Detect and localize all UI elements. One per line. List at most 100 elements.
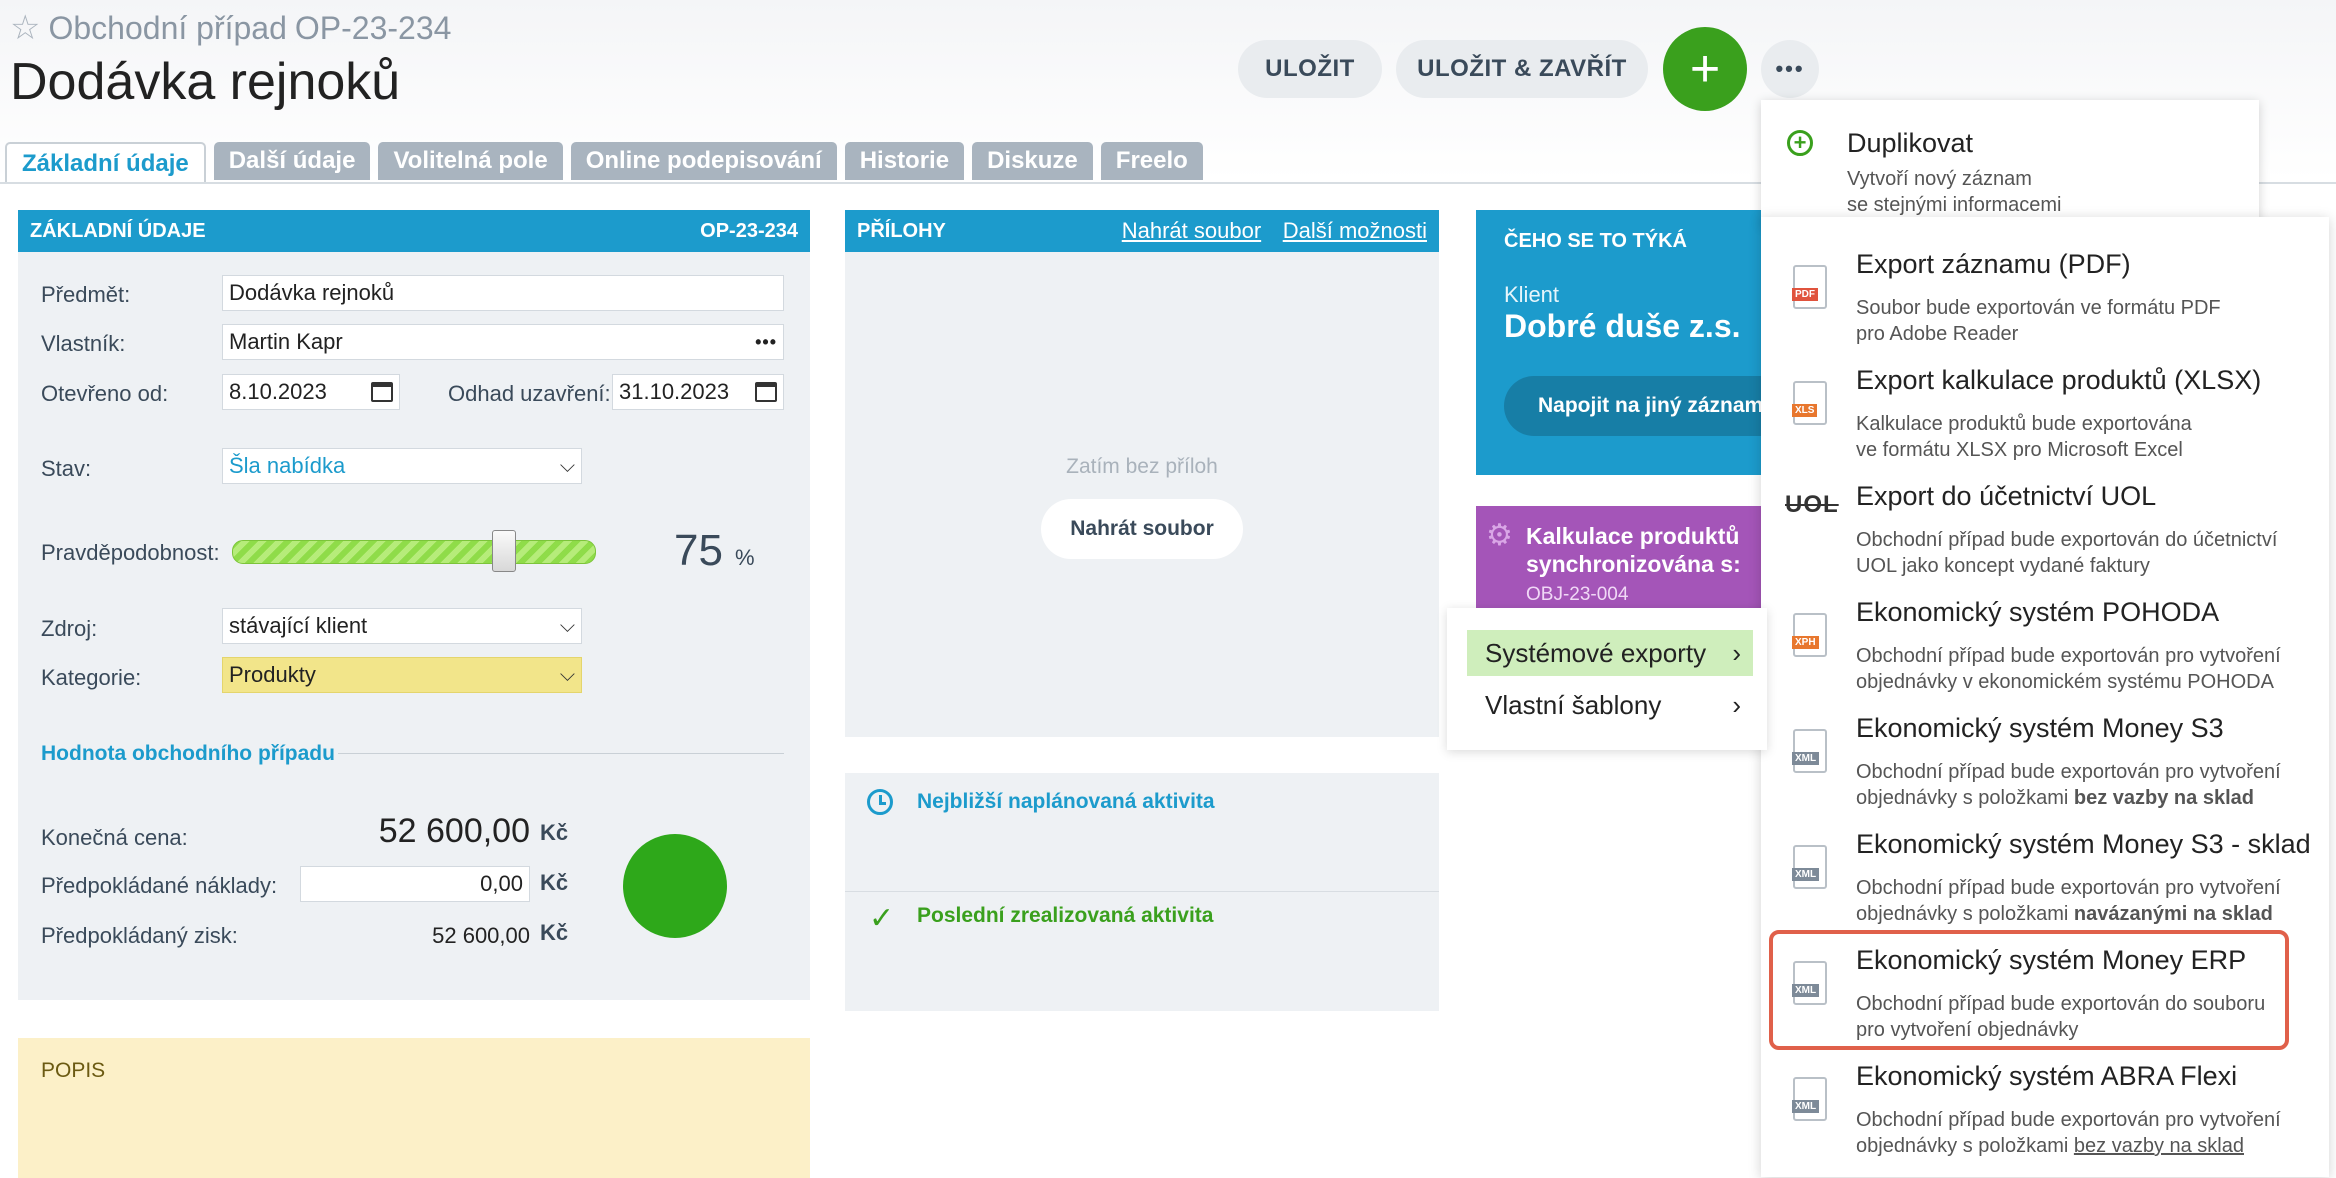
star-icon[interactable]: ☆ [10, 8, 40, 48]
export-money-erp-item[interactable]: XML Ekonomický systém Money ERP Obchodní… [1761, 930, 2329, 1050]
duplicate-title[interactable]: Duplikovat [1847, 128, 1973, 159]
client-label: Klient [1504, 282, 1560, 307]
category-select[interactable]: Produkty ⌵ [222, 657, 582, 693]
upload-file-link[interactable]: Nahrát soubor [1122, 218, 1261, 243]
tab-more-data[interactable]: Další údaje [213, 142, 371, 180]
probability-value: 75 [674, 526, 723, 575]
chevron-right-icon: › [1732, 689, 1741, 720]
desc-line: Obchodní případ bude exportován pro vytv… [1856, 1109, 2281, 1131]
subject-value: Dodávka rejnoků [229, 280, 395, 305]
description-title: POPIS [41, 1059, 106, 1082]
upload-file-button[interactable]: Nahrát soubor [1041, 499, 1243, 559]
export-money-s3-stock-item[interactable]: XML Ekonomický systém Money S3 - sklad O… [1761, 817, 2329, 933]
category-value: Produkty [229, 662, 316, 687]
last-done-activity[interactable]: Poslední zrealizovaná aktivita [917, 904, 1213, 928]
xml-file-icon: XML [1792, 1077, 1827, 1121]
export-item-title: Ekonomický systém ABRA Flexi [1856, 1061, 2238, 1091]
tab-discussion[interactable]: Diskuze [972, 142, 1093, 180]
system-exports-label: Systémové exporty [1485, 637, 1707, 668]
export-uol-item[interactable]: UOL Export do účetnictví UOL Obchodní př… [1761, 469, 2329, 585]
tab-history[interactable]: Historie [844, 142, 965, 180]
clock-icon [867, 789, 893, 815]
basic-data-title: ZÁKLADNÍ ÚDAJE [30, 219, 206, 242]
export-pohoda-item[interactable]: XPH Ekonomický systém POHODA Obchodní př… [1761, 585, 2329, 701]
export-money-s3-item[interactable]: XML Ekonomický systém Money S3 Obchodní … [1761, 701, 2329, 817]
connect-record-button[interactable]: Napojit na jiný záznam [1504, 376, 1804, 436]
attachments-title: PŘÍLOHY [857, 219, 946, 242]
sync-title-line2: synchronizována s: [1526, 551, 1741, 577]
system-exports-item[interactable]: Systémové exporty › [1467, 630, 1753, 676]
xls-file-icon: XLS [1792, 381, 1827, 425]
opened-date-input[interactable]: 8.10.2023 [222, 374, 400, 410]
close-date-input[interactable]: 31.10.2023 [612, 374, 784, 410]
desc-line: Obchodní případ bude exportován do účetn… [1856, 529, 2278, 551]
export-item-desc: Obchodní případ bude exportován do soubo… [1856, 991, 2316, 1043]
source-value: stávající klient [229, 613, 368, 638]
more-options-link[interactable]: Další možnosti [1283, 218, 1427, 243]
export-submenu: Systémové exporty › Vlastní šablony › [1447, 608, 1767, 750]
tab-bar: Základní údaje Další údaje Volitelná pol… [5, 142, 1203, 184]
owner-input[interactable]: Martin Kapr ••• [222, 324, 784, 360]
add-button[interactable]: + [1663, 27, 1747, 111]
calendar-icon[interactable] [755, 382, 777, 402]
source-label: Zdroj: [41, 616, 98, 641]
probability-slider-track[interactable] [232, 540, 596, 564]
deal-value-section-title: Hodnota obchodního případu [41, 742, 335, 765]
state-select[interactable]: Šla nabídka ⌵ [222, 448, 582, 484]
chevron-down-icon: ⌵ [559, 614, 575, 637]
basic-data-panel: ZÁKLADNÍ ÚDAJE OP-23-234 Předmět: Dodávk… [18, 210, 810, 1000]
client-name[interactable]: Dobré duše z.s. [1504, 308, 1741, 345]
export-abra-flexi-item[interactable]: XML Ekonomický systém ABRA Flexi Obchodn… [1761, 1049, 2329, 1165]
export-item-desc: Kalkulace produktů bude exportována ve f… [1856, 411, 2316, 463]
expected-cost-input[interactable]: 0,00 [300, 866, 530, 902]
final-price-label: Konečná cena: [41, 825, 188, 850]
desc-emphasis: bez vazby na sklad [2073, 787, 2254, 809]
owner-more-icon[interactable]: ••• [755, 332, 777, 353]
breadcrumb-code: OP-23-234 [294, 9, 452, 46]
export-item-title: Ekonomický systém Money S3 - sklad [1856, 829, 2311, 859]
desc-line: pro Adobe Reader [1856, 323, 2019, 345]
no-attachments-text: Zatím bez příloh [1066, 455, 1218, 478]
export-item-desc: Obchodní případ bude exportován do účetn… [1856, 527, 2316, 579]
calendar-icon[interactable] [371, 382, 393, 402]
export-item-desc: Obchodní případ bude exportován pro vytv… [1856, 643, 2316, 695]
desc-line: Obchodní případ bude exportován pro vytv… [1856, 645, 2281, 667]
currency-label: Kč [540, 820, 569, 845]
export-pdf-item[interactable]: PDF Export záznamu (PDF) Soubor bude exp… [1761, 237, 2329, 353]
duplicate-desc: Vytvoří nový záznam se stejnými informac… [1847, 166, 2062, 218]
probability-slider-handle[interactable] [491, 530, 516, 572]
save-close-button[interactable]: ULOŽIT & ZAVŘÍT [1396, 40, 1648, 98]
close-value: 31.10.2023 [619, 379, 730, 404]
next-planned-activity[interactable]: Nejbližší naplánovaná aktivita [917, 790, 1215, 814]
desc-line: Kalkulace produktů bude exportována [1856, 413, 2192, 435]
tab-freelo[interactable]: Freelo [1100, 142, 1203, 180]
save-button[interactable]: ULOŽIT [1238, 40, 1382, 98]
export-item-desc: Soubor bude exportován ve formátu PDF pr… [1856, 295, 2316, 347]
chevron-down-icon: ⌵ [559, 663, 575, 686]
close-estimate-label: Odhad uzavření: [448, 381, 611, 406]
export-xlsx-item[interactable]: XLS Export kalkulace produktů (XLSX) Kal… [1761, 353, 2329, 469]
subject-input[interactable]: Dodávka rejnoků [222, 275, 784, 311]
export-item-title: Export kalkulace produktů (XLSX) [1856, 365, 2262, 395]
chevron-down-icon: ⌵ [559, 454, 575, 477]
plus-icon: + [1689, 40, 1721, 98]
xml-file-icon: XML [1792, 845, 1827, 889]
gear-icon: ⚙ [1486, 519, 1513, 552]
checkmark-icon: ✓ [869, 902, 895, 935]
tab-online-signing[interactable]: Online podepisování [570, 142, 837, 180]
probability-label: Pravděpodobnost: [41, 540, 220, 565]
source-select[interactable]: stávající klient ⌵ [222, 608, 582, 644]
tab-basic[interactable]: Základní údaje [5, 142, 206, 184]
export-item-title: Export záznamu (PDF) [1856, 249, 2131, 279]
related-title: ČEHO SE TO TÝKÁ [1504, 230, 1687, 252]
xml-file-icon: XML [1792, 729, 1827, 773]
xph-file-icon: XPH [1792, 613, 1827, 657]
page-title: Dodávka rejnoků [10, 53, 401, 111]
subject-label: Předmět: [41, 282, 131, 307]
custom-templates-item[interactable]: Vlastní šablony › [1467, 682, 1753, 728]
custom-templates-label: Vlastní šablony [1485, 689, 1662, 720]
tab-optional-fields[interactable]: Volitelná pole [378, 142, 563, 180]
expected-cost-label: Předpokládané náklady: [41, 873, 278, 898]
sync-order-code[interactable]: OBJ-23-004 [1526, 584, 1628, 606]
more-button[interactable]: ••• [1761, 40, 1819, 98]
